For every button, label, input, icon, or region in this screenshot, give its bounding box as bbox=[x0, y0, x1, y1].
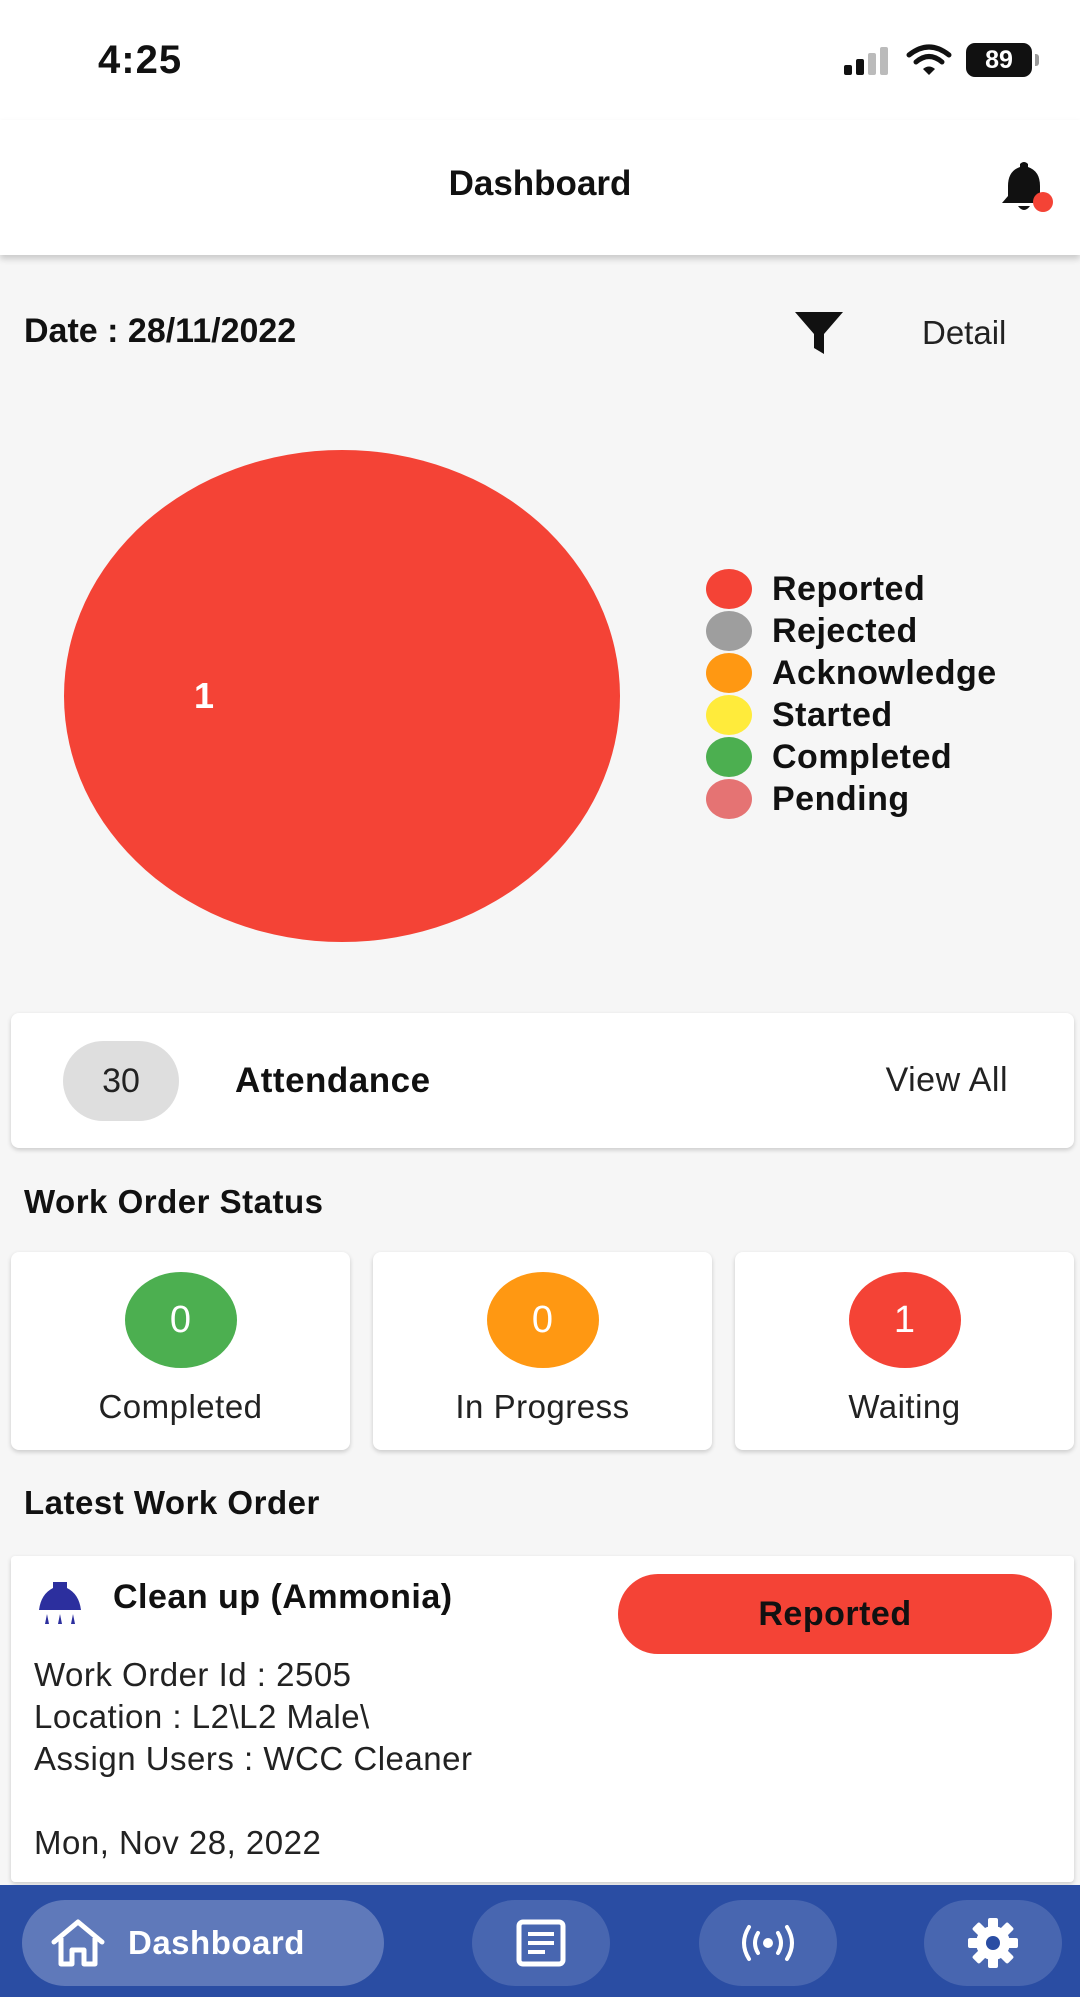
legend-swatch bbox=[706, 737, 752, 777]
legend-item-completed: Completed bbox=[706, 736, 997, 778]
attendance-title: Attendance bbox=[235, 1061, 431, 1100]
status-time: 4:25 bbox=[98, 38, 183, 82]
legend-item-reported: Reported bbox=[706, 568, 997, 610]
legend-label: Acknowledge bbox=[772, 653, 997, 692]
status-count-circle: 0 bbox=[124, 1272, 237, 1368]
work-order-status-title: Work Order Status bbox=[24, 1183, 324, 1220]
cellular-signal-icon bbox=[844, 47, 888, 75]
status-card-in-progress[interactable]: 0 In Progress bbox=[373, 1252, 712, 1450]
legend-item-started: Started bbox=[706, 694, 997, 736]
status-label: In Progress bbox=[455, 1388, 630, 1425]
date-filter-row: Date : 28/11/2022 Detail bbox=[0, 300, 1080, 366]
bottom-navigation: Dashboard bbox=[0, 1885, 1080, 1997]
pie-slice-reported bbox=[64, 450, 620, 942]
status-icons: 89 bbox=[842, 42, 1039, 78]
legend-label: Rejected bbox=[772, 611, 918, 650]
status-label: Waiting bbox=[848, 1388, 961, 1425]
legend-swatch bbox=[706, 569, 752, 609]
legend-swatch bbox=[706, 653, 752, 693]
detail-link[interactable]: Detail bbox=[922, 314, 1006, 352]
app-bar: Dashboard bbox=[0, 120, 1080, 255]
work-order-location: Location : L2\L2 Male\ bbox=[34, 1698, 370, 1735]
wifi-icon bbox=[906, 44, 952, 75]
attendance-view-all-link[interactable]: View All bbox=[886, 1061, 1008, 1100]
nav-item-settings[interactable] bbox=[924, 1900, 1062, 1986]
work-order-assign-users: Assign Users : WCC Cleaner bbox=[34, 1740, 473, 1777]
gear-icon bbox=[968, 1918, 1018, 1968]
latest-work-order-title: Latest Work Order bbox=[24, 1484, 320, 1521]
ammonia-cleanup-icon bbox=[39, 1582, 81, 1624]
legend-item-pending: Pending bbox=[706, 778, 997, 820]
nav-item-broadcast[interactable] bbox=[699, 1900, 837, 1986]
page-title: Dashboard bbox=[448, 164, 632, 203]
status-label: Completed bbox=[98, 1388, 263, 1425]
legend-swatch bbox=[706, 779, 752, 819]
chart-legend: Reported Rejected Acknowledge Started Comple… bbox=[706, 568, 997, 820]
home-icon bbox=[51, 1919, 105, 1967]
legend-item-acknowledge: Acknowledge bbox=[706, 652, 997, 694]
legend-swatch bbox=[706, 611, 752, 651]
status-card-waiting[interactable]: 1 Waiting bbox=[735, 1252, 1074, 1450]
status-count-circle: 1 bbox=[848, 1272, 961, 1368]
pie-chart-svg: 1 bbox=[64, 450, 620, 942]
legend-label: Pending bbox=[772, 779, 910, 818]
date-label: Date : 28/11/2022 bbox=[24, 312, 297, 350]
work-order-date: Mon, Nov 28, 2022 bbox=[34, 1824, 322, 1861]
pie-data-label: 1 bbox=[194, 675, 214, 716]
nav-item-dashboard-label: Dashboard bbox=[128, 1924, 305, 1961]
battery-indicator: 89 bbox=[966, 43, 1039, 77]
legend-item-rejected: Rejected bbox=[706, 610, 997, 652]
status-bar: 4:25 89 bbox=[0, 0, 1080, 120]
broadcast-signal-icon bbox=[742, 1925, 794, 1961]
latest-work-order-card[interactable]: Clean up (Ammonia) Reported Work Order I… bbox=[11, 1556, 1074, 1882]
filter-icon[interactable] bbox=[792, 308, 846, 358]
nav-item-work-orders[interactable] bbox=[472, 1900, 610, 1986]
legend-label: Reported bbox=[772, 569, 926, 608]
work-order-id: Work Order Id : 2505 bbox=[34, 1656, 352, 1693]
status-pie-chart: 1 bbox=[62, 448, 622, 944]
legend-label: Started bbox=[772, 695, 893, 734]
work-order-status-button[interactable]: Reported bbox=[618, 1574, 1052, 1654]
work-order-title: Clean up (Ammonia) bbox=[113, 1578, 453, 1616]
status-card-completed[interactable]: 0 Completed bbox=[11, 1252, 350, 1450]
legend-label: Completed bbox=[772, 737, 953, 776]
legend-swatch bbox=[706, 695, 752, 735]
attendance-count-badge: 30 bbox=[63, 1041, 179, 1121]
document-list-icon bbox=[516, 1919, 566, 1967]
notification-dot bbox=[1033, 192, 1053, 212]
nav-item-dashboard[interactable]: Dashboard bbox=[22, 1900, 384, 1986]
status-count-circle: 0 bbox=[486, 1272, 599, 1368]
notification-bell-icon[interactable] bbox=[994, 158, 1054, 218]
attendance-card[interactable]: 30 Attendance View All bbox=[11, 1013, 1074, 1148]
